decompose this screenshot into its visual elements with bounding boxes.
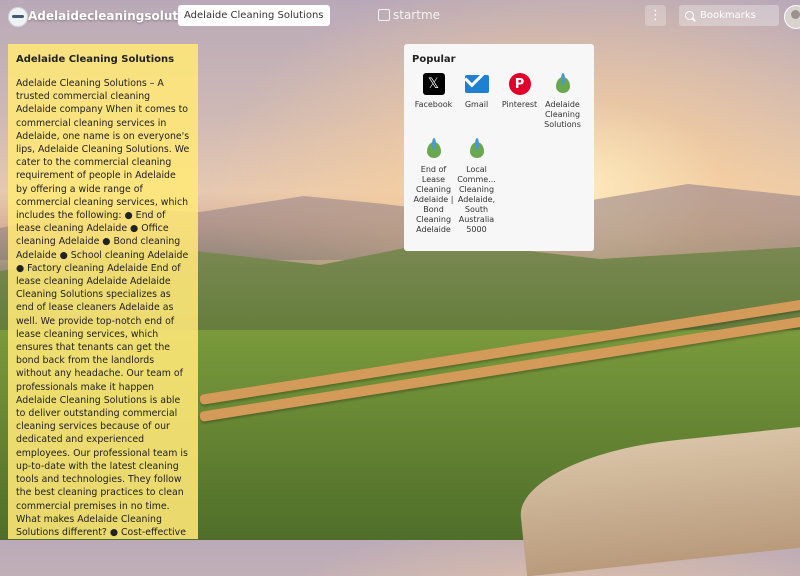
page-name: Adelaidecleaningsolution: [28, 9, 199, 23]
startme-icon: [378, 9, 390, 21]
leaf-icon: [554, 73, 572, 95]
bookmark-adelaide-cleaning[interactable]: Adelaide Cleaning Solutions: [541, 73, 584, 130]
leaf-icon: [425, 138, 443, 160]
bookmark-end-of-lease[interactable]: End of Lease Cleaning Adelaide | Bond Cl…: [412, 138, 455, 235]
brand-name: startme: [393, 8, 441, 22]
bookmark-gmail[interactable]: Gmail: [455, 73, 498, 130]
search-input[interactable]: [698, 9, 778, 22]
tab-adelaide-cleaning-solutions[interactable]: Adelaide Cleaning Solutions: [178, 5, 330, 26]
search-icon: [685, 11, 694, 20]
notes-widget: Adelaide Cleaning Solutions Adelaide Cle…: [8, 44, 198, 539]
brand-logo[interactable]: startme: [378, 8, 440, 22]
bookmark-search[interactable]: [679, 5, 779, 26]
more-menu-button[interactable]: ⋮: [645, 5, 666, 26]
bookmark-local-commercial[interactable]: Local Comme... Cleaning Adelaide, South …: [455, 138, 498, 235]
bookmark-label: Facebook: [414, 100, 453, 109]
bookmark-label: Local Comme... Cleaning Adelaide, South …: [457, 165, 496, 234]
bookmark-label: End of Lease Cleaning Adelaide | Bond Cl…: [413, 165, 454, 234]
top-bar: Adelaidecleaningsolution ▾ Adelaide Clea…: [0, 0, 800, 32]
x-icon: 𝕏: [422, 73, 445, 95]
notes-body: Adelaide Cleaning Solutions – A trusted …: [16, 78, 190, 538]
page-logo-icon[interactable]: [8, 7, 28, 27]
notes-title: Adelaide Cleaning Solutions: [16, 54, 175, 65]
leaf-icon: [468, 138, 486, 160]
bookmark-label: Gmail: [464, 100, 489, 109]
bookmark-label: Pinterest: [501, 100, 538, 109]
gmail-icon: [464, 75, 489, 93]
bookmark-grid: 𝕏 Facebook Gmail P Pinterest Adelaide Cl…: [412, 73, 586, 243]
bookmark-label: Adelaide Cleaning Solutions: [544, 100, 581, 129]
pinterest-icon: P: [508, 73, 531, 95]
avatar[interactable]: [784, 5, 800, 29]
popular-bookmarks-widget: Popular 𝕏 Facebook Gmail P Pinterest Ade…: [404, 44, 594, 251]
popular-title: Popular: [412, 54, 456, 65]
bookmark-facebook[interactable]: 𝕏 Facebook: [412, 73, 455, 130]
bookmark-pinterest[interactable]: P Pinterest: [498, 73, 541, 130]
